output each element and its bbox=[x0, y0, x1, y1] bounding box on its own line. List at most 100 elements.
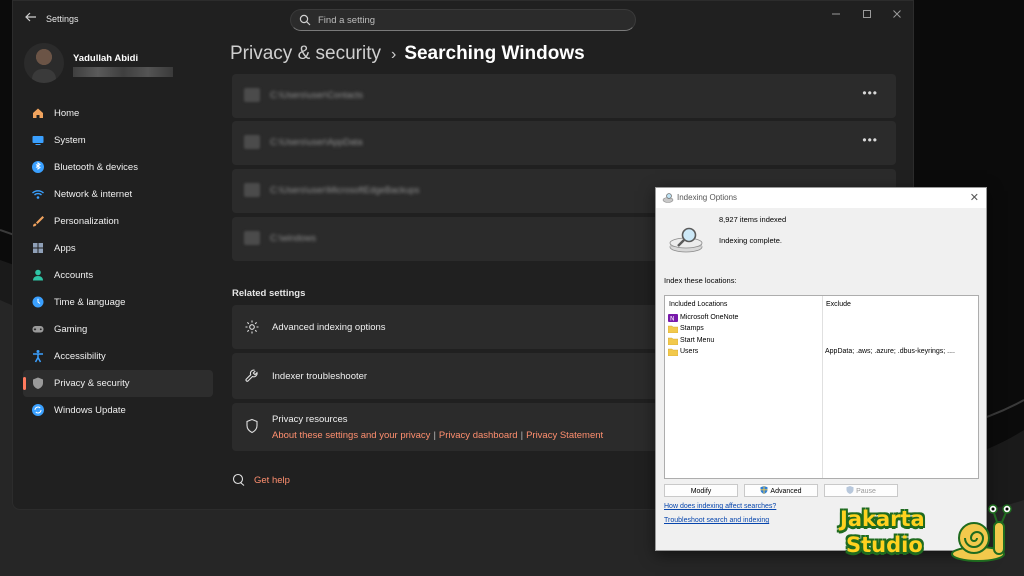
jakarta-studio-watermark: Jakarta Studio bbox=[838, 500, 1018, 570]
table-row[interactable]: N Microsoft OneNote bbox=[668, 313, 974, 324]
sidebar-item-label: Apps bbox=[54, 243, 76, 254]
location-name: Start Menu bbox=[680, 337, 715, 344]
sidebar-item-bluetooth-devices[interactable]: Bluetooth & devices bbox=[23, 154, 213, 181]
back-arrow-icon bbox=[25, 12, 36, 22]
location-path: C:\Users\user\Contacts bbox=[270, 90, 364, 100]
more-options-icon[interactable]: ••• bbox=[862, 133, 878, 147]
sidebar-item-network-internet[interactable]: Network & internet bbox=[23, 181, 213, 208]
more-options-icon[interactable]: ••• bbox=[862, 86, 878, 100]
search-input[interactable]: Find a setting bbox=[290, 9, 636, 31]
sidebar-item-personalization[interactable]: Personalization bbox=[23, 208, 213, 235]
indexing-status: Indexing complete. bbox=[719, 236, 782, 245]
location-name: Stamps bbox=[680, 325, 704, 332]
title-bar: Settings Find a setting bbox=[13, 1, 913, 35]
sidebar-item-accessibility[interactable]: Accessibility bbox=[23, 343, 213, 370]
location-exclude: AppData; .aws; .azure; .dbus-keyrings; .… bbox=[825, 348, 955, 355]
network-icon bbox=[32, 190, 44, 199]
location-name: Users bbox=[680, 348, 699, 355]
sidebar-item-apps[interactable]: Apps bbox=[23, 235, 213, 262]
bluetooth-icon bbox=[32, 161, 44, 173]
watermark-line-2: Studio bbox=[846, 533, 923, 557]
sidebar-item-label: Windows Update bbox=[54, 405, 126, 416]
app-title: Settings bbox=[46, 14, 79, 24]
sidebar-item-label: Time & language bbox=[54, 297, 126, 308]
sidebar-item-label: Gaming bbox=[54, 324, 88, 335]
get-help-link[interactable]: Get help bbox=[254, 475, 290, 486]
indexer-troubleshooter-label: Indexer troubleshooter bbox=[272, 371, 368, 382]
privacy-resources-title: Privacy resources bbox=[272, 414, 348, 425]
snail-mascot-icon bbox=[951, 504, 1012, 562]
dialog-title-bar: Indexing Options ✕ bbox=[656, 188, 986, 208]
folder-icon bbox=[668, 325, 678, 333]
location-name: Microsoft OneNote bbox=[680, 314, 739, 321]
location-card[interactable]: C:\Users\user\AppData ••• bbox=[232, 121, 896, 165]
watermark-line-1: Jakarta bbox=[840, 507, 925, 531]
modify-button[interactable]: Modify bbox=[664, 484, 738, 497]
folder-icon bbox=[244, 231, 260, 245]
sidebar-item-label: Accessibility bbox=[54, 351, 106, 362]
troubleshoot-search-link[interactable]: Troubleshoot search and indexing bbox=[664, 517, 769, 524]
breadcrumb-parent[interactable]: Privacy & security bbox=[230, 43, 381, 64]
help-chat-icon bbox=[232, 473, 245, 486]
avatar[interactable] bbox=[24, 43, 64, 83]
uac-shield-icon bbox=[846, 486, 854, 494]
magnifier-drive-icon bbox=[669, 227, 703, 253]
accounts-icon bbox=[33, 269, 43, 281]
advanced-indexing-options-label: Advanced indexing options bbox=[272, 322, 386, 333]
sidebar-item-accounts[interactable]: Accounts bbox=[23, 262, 213, 289]
time-language-icon bbox=[32, 296, 44, 308]
column-header-exclude[interactable]: Exclude bbox=[826, 301, 851, 308]
folder-icon bbox=[244, 88, 260, 102]
column-header-included[interactable]: Included Locations bbox=[669, 301, 727, 308]
sidebar-item-windows-update[interactable]: Windows Update bbox=[23, 397, 213, 424]
index-locations-table[interactable]: Included Locations Exclude N Microsoft O… bbox=[664, 295, 979, 479]
sidebar-item-home[interactable]: Home bbox=[23, 100, 213, 127]
close-icon bbox=[893, 10, 901, 18]
table-row[interactable]: Stamps bbox=[668, 324, 974, 335]
privacy-dashboard-link[interactable]: Privacy dashboard bbox=[439, 430, 518, 441]
pause-button[interactable]: Pause bbox=[824, 484, 898, 497]
breadcrumb-separator: › bbox=[390, 46, 397, 63]
index-these-label: Index these locations: bbox=[664, 276, 737, 285]
table-row[interactable]: Start Menu bbox=[668, 336, 974, 347]
back-button[interactable] bbox=[23, 11, 39, 27]
user-name: Yadullah Abidi bbox=[73, 53, 139, 64]
dialog-close-button[interactable]: ✕ bbox=[970, 191, 979, 204]
sidebar-item-gaming[interactable]: Gaming bbox=[23, 316, 213, 343]
accessibility-icon bbox=[33, 350, 43, 363]
items-indexed-count: 8,927 items indexed bbox=[719, 215, 787, 224]
onenote-icon: N bbox=[668, 314, 678, 322]
sidebar-item-time-language[interactable]: Time & language bbox=[23, 289, 213, 316]
gear-icon bbox=[245, 320, 259, 334]
advanced-button[interactable]: Advanced bbox=[744, 484, 818, 497]
apps-icon bbox=[33, 243, 43, 253]
pause-button-label: Pause bbox=[856, 488, 876, 495]
minimize-button[interactable] bbox=[829, 9, 843, 23]
maximize-button[interactable] bbox=[860, 9, 874, 23]
shield-icon bbox=[33, 377, 43, 389]
close-button[interactable] bbox=[890, 9, 904, 23]
wrench-icon bbox=[245, 369, 258, 382]
privacy-settings-link[interactable]: About these settings and your privacy bbox=[272, 430, 430, 441]
privacy-statement-link[interactable]: Privacy Statement bbox=[526, 430, 603, 441]
folder-icon bbox=[668, 337, 678, 345]
indexing-affect-searches-link[interactable]: How does indexing affect searches? bbox=[664, 503, 776, 510]
shield-icon bbox=[246, 418, 258, 434]
location-path: C:\Users\user\AppData bbox=[270, 137, 363, 147]
maximize-icon bbox=[863, 10, 871, 18]
dialog-title: Indexing Options bbox=[677, 193, 738, 202]
personalization-icon bbox=[33, 216, 44, 227]
sidebar-item-privacy-security[interactable]: Privacy & security bbox=[23, 370, 213, 397]
gaming-icon bbox=[32, 326, 44, 333]
location-path: C:\Users\user\MicrosoftEdgeBackups bbox=[270, 185, 420, 195]
sidebar-item-label: System bbox=[54, 135, 86, 146]
location-card[interactable]: C:\Users\user\Contacts ••• bbox=[232, 74, 896, 118]
folder-icon bbox=[668, 348, 678, 356]
home-icon bbox=[33, 108, 43, 118]
table-row[interactable]: Users AppData; .aws; .azure; .dbus-keyri… bbox=[668, 347, 974, 358]
windows-update-icon bbox=[32, 404, 44, 416]
sidebar-item-system[interactable]: System bbox=[23, 127, 213, 154]
system-icon bbox=[32, 136, 44, 145]
minimize-icon bbox=[832, 13, 840, 15]
sidebar-item-label: Accounts bbox=[54, 270, 94, 281]
